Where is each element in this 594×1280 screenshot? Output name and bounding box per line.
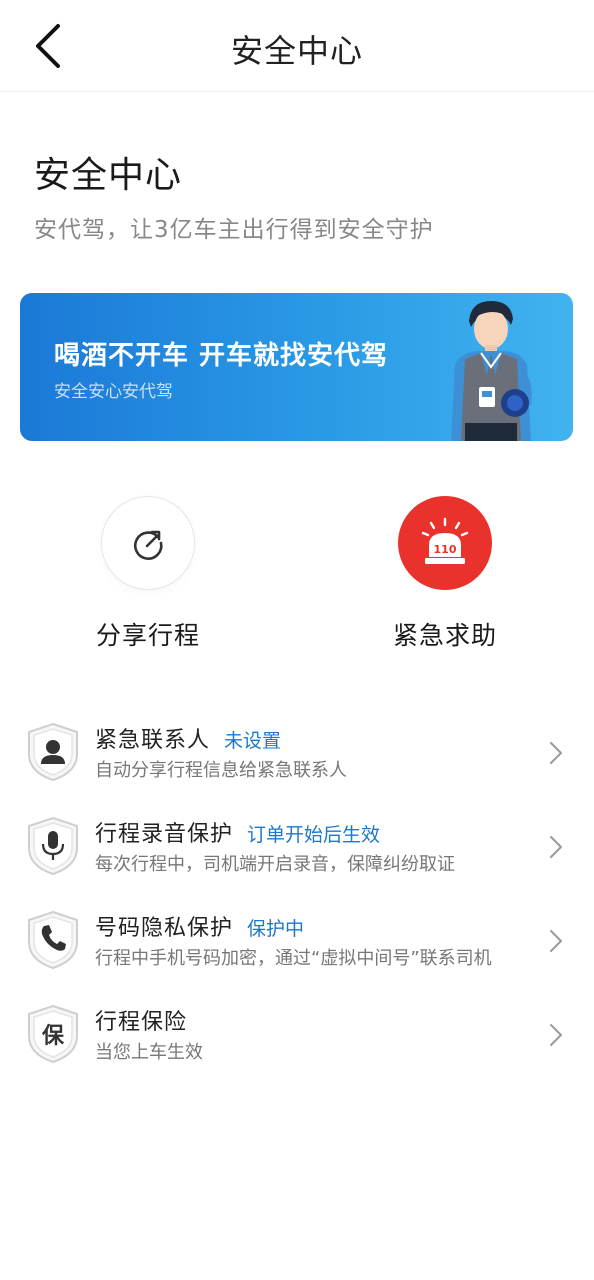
driver-illustration bbox=[451, 301, 532, 441]
chevron-right-icon bbox=[550, 1024, 562, 1046]
status-tag: 订单开始后生效 bbox=[247, 824, 381, 846]
list-item-number-privacy[interactable]: 号码隐私保护 保护中 行程中手机号码加密，通过“虚拟中间号”联系司机 bbox=[0, 910, 594, 1000]
insurance-glyph: 保 bbox=[41, 1024, 65, 1049]
list-item-trip-recording[interactable]: 行程录音保护 订单开始后生效 每次行程中，司机端开启录音，保障纠纷取证 bbox=[0, 816, 594, 906]
emergency-help-label: 紧急求助 bbox=[392, 621, 497, 650]
chevron-right-icon bbox=[550, 836, 562, 858]
person-shield-icon bbox=[28, 722, 78, 782]
chevron-right-icon bbox=[550, 930, 562, 952]
chevron-right-icon bbox=[550, 742, 562, 764]
banner-subtitle: 安全安心安代驾 bbox=[54, 382, 173, 402]
insurance-shield-icon: 保 bbox=[28, 1004, 78, 1064]
microphone-shield-icon bbox=[28, 816, 78, 876]
alarm-110-icon: 110 bbox=[421, 517, 469, 564]
promo-banner[interactable]: 喝酒不开车 开车就找安代驾 安全安心安代驾 bbox=[20, 293, 573, 441]
list-item-trip-insurance[interactable]: 保 行程保险 当您上车生效 bbox=[0, 1004, 594, 1094]
item-description: 行程中手机号码加密，通过“虚拟中间号”联系司机 bbox=[95, 948, 492, 969]
status-tag[interactable]: 未设置 bbox=[224, 730, 281, 752]
navigation-bar: 安全中心 bbox=[0, 0, 594, 92]
share-trip-circle bbox=[101, 496, 195, 590]
share-trip-button[interactable]: 分享行程 bbox=[58, 496, 238, 652]
phone-shield-icon bbox=[28, 910, 78, 970]
alarm-110-text: 110 bbox=[434, 543, 457, 556]
item-title: 紧急联系人 未设置 bbox=[95, 728, 282, 753]
item-description: 当您上车生效 bbox=[95, 1042, 203, 1063]
banner-title: 喝酒不开车 开车就找安代驾 bbox=[54, 341, 389, 371]
item-description: 自动分享行程信息给紧急联系人 bbox=[95, 760, 347, 781]
item-description: 每次行程中，司机端开启录音，保障纠纷取证 bbox=[95, 854, 455, 875]
page-title: 安全中心 bbox=[34, 155, 183, 196]
emergency-help-button[interactable]: 110 紧急求助 bbox=[355, 496, 535, 652]
item-title: 号码隐私保护 保护中 bbox=[95, 916, 305, 941]
share-trip-label: 分享行程 bbox=[95, 621, 200, 650]
item-title: 行程录音保护 订单开始后生效 bbox=[95, 822, 381, 847]
status-tag: 保护中 bbox=[247, 918, 305, 940]
emergency-help-circle: 110 bbox=[398, 496, 492, 590]
item-title: 行程保险 bbox=[95, 1010, 188, 1035]
page-subtitle: 安代驾，让3亿车主出行得到安全守护 bbox=[34, 217, 434, 243]
share-trip-icon bbox=[134, 530, 163, 560]
nav-title: 安全中心 bbox=[230, 32, 363, 70]
list-item-emergency-contact[interactable]: 紧急联系人 未设置 自动分享行程信息给紧急联系人 bbox=[0, 722, 594, 812]
